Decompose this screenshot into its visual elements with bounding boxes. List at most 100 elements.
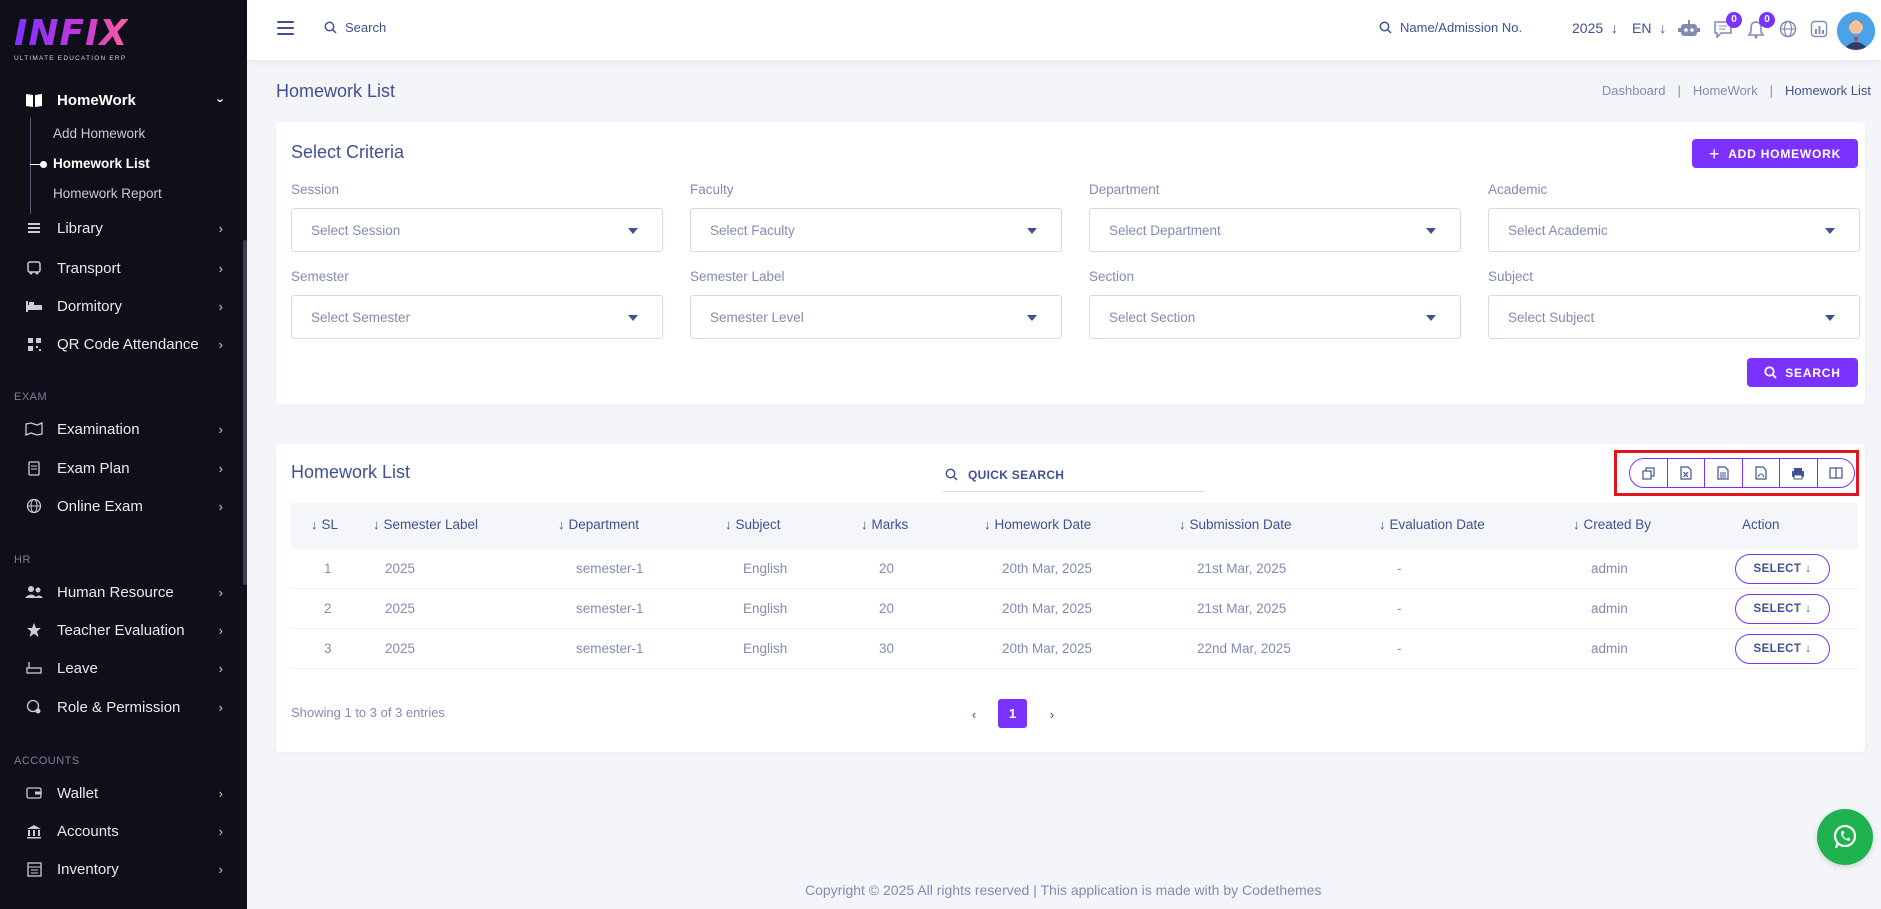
session-select[interactable]: Select Session: [291, 208, 663, 252]
pagination-next[interactable]: ›: [1042, 700, 1062, 728]
wallet-icon: [24, 783, 44, 803]
print-icon: [1792, 467, 1805, 479]
caret-down-icon: [1825, 228, 1835, 234]
th-marks[interactable]: ↓ Marks: [861, 517, 908, 532]
pagination-page-1[interactable]: 1: [998, 699, 1027, 728]
th-label: Evaluation Date: [1389, 517, 1485, 532]
sidebar-item-wallet[interactable]: Wallet ›: [0, 777, 243, 809]
sidebar-item-leave[interactable]: Leave ›: [0, 652, 243, 684]
submenu-add-homework[interactable]: Add Homework: [53, 126, 145, 141]
whatsapp-button[interactable]: [1817, 809, 1873, 865]
sidebar-item-human-resource[interactable]: Human Resource ›: [0, 576, 243, 608]
sidebar-scrollbar[interactable]: [243, 240, 247, 585]
th-semester-label[interactable]: ↓ Semester Label: [373, 517, 478, 532]
notifications-icon[interactable]: 0: [1745, 12, 1775, 40]
sort-arrow-icon: ↓: [1179, 517, 1186, 532]
faculty-select[interactable]: Select Faculty: [690, 208, 1062, 252]
sidebar-item-transport[interactable]: Transport ›: [0, 252, 243, 284]
sidebar-item-role-permission[interactable]: Role & Permission ›: [0, 691, 243, 723]
th-label: Semester Label: [383, 517, 479, 532]
add-homework-button[interactable]: + ADD HOMEWORK: [1692, 139, 1858, 168]
language-value: EN: [1632, 20, 1652, 36]
sidebar: INFIX ULTIMATE EDUCATION ERP HomeWork › …: [0, 0, 247, 909]
top-search[interactable]: Search: [324, 20, 386, 35]
submenu-homework-list[interactable]: Homework List: [53, 156, 150, 171]
sidebar-item-label: HomeWork: [57, 91, 136, 109]
arrow-down-icon: ↓: [1805, 563, 1812, 575]
search-icon: [1764, 366, 1777, 379]
semester-select[interactable]: Select Semester: [291, 295, 663, 339]
sidebar-item-dormitory[interactable]: Dormitory ›: [0, 290, 243, 322]
cell-evaluation-date: -: [1397, 601, 1402, 616]
sidebar-item-accounts[interactable]: Accounts ›: [0, 815, 243, 847]
sidebar-item-qr-attendance[interactable]: QR Code Attendance ›: [0, 328, 243, 360]
sort-arrow-icon: ↓: [373, 517, 380, 532]
row-select-button[interactable]: SELECT ↓: [1735, 594, 1830, 624]
row-select-button[interactable]: SELECT ↓: [1735, 634, 1830, 664]
th-label: Action: [1742, 517, 1780, 532]
sidebar-item-examination[interactable]: Examination ›: [0, 413, 243, 445]
sidebar-item-label: Leave: [57, 659, 98, 677]
csv-button[interactable]: [1705, 459, 1743, 487]
sidebar-item-teacher-evaluation[interactable]: Teacher Evaluation ›: [0, 614, 243, 646]
library-icon: [24, 218, 44, 238]
th-evaluation-date[interactable]: ↓ Evaluation Date: [1379, 517, 1485, 532]
academic-placeholder: Select Academic: [1508, 222, 1608, 238]
breadcrumb-dashboard[interactable]: Dashboard: [1602, 83, 1666, 98]
th-department[interactable]: ↓ Department: [558, 517, 639, 532]
print-button[interactable]: [1780, 459, 1818, 487]
th-homework-date[interactable]: ↓ Homework Date: [984, 517, 1091, 532]
th-sl[interactable]: ↓ SL: [311, 517, 338, 532]
sort-arrow-icon: ↓: [725, 517, 732, 532]
app-logo[interactable]: INFIX ULTIMATE EDUCATION ERP: [14, 13, 129, 63]
th-label: Submission Date: [1189, 517, 1292, 532]
semester-label-select[interactable]: Semester Level: [690, 295, 1062, 339]
th-submission-date[interactable]: ↓ Submission Date: [1179, 517, 1292, 532]
sidebar-item-online-exam[interactable]: Online Exam ›: [0, 490, 243, 522]
year-selector[interactable]: 2025 ↓: [1572, 20, 1618, 36]
columns-button[interactable]: [1818, 459, 1855, 487]
messages-icon[interactable]: 0: [1712, 12, 1742, 40]
pdf-button[interactable]: [1743, 459, 1780, 487]
academic-label: Academic: [1488, 182, 1548, 197]
cell-submission-date: 21st Mar, 2025: [1197, 601, 1287, 616]
semester-placeholder: Select Semester: [311, 309, 411, 325]
department-select[interactable]: Select Department: [1089, 208, 1461, 252]
pagination-prev[interactable]: ‹: [964, 700, 984, 728]
sidebar-item-inventory[interactable]: Inventory ›: [0, 853, 243, 885]
th-subject[interactable]: ↓ Subject: [725, 517, 781, 532]
cell-evaluation-date: -: [1397, 561, 1402, 576]
academic-select[interactable]: Select Academic: [1488, 208, 1860, 252]
row-select-button[interactable]: SELECT ↓: [1735, 554, 1830, 584]
th-created-by[interactable]: ↓ Created By: [1573, 517, 1651, 532]
arrow-down-icon: ↓: [1805, 643, 1812, 655]
user-avatar[interactable]: [1837, 12, 1875, 50]
breadcrumb-current: Homework List: [1785, 83, 1871, 98]
quick-search-input[interactable]: QUICK SEARCH: [943, 458, 1205, 492]
sidebar-item-library[interactable]: Library ›: [0, 212, 243, 244]
copy-button[interactable]: [1630, 459, 1668, 487]
search-icon: [324, 21, 337, 34]
logo-text: INFIX: [14, 13, 129, 54]
chatbot-icon[interactable]: [1678, 18, 1700, 40]
excel-button[interactable]: [1668, 459, 1705, 487]
excel-icon: [1680, 466, 1692, 480]
language-selector[interactable]: EN ↓: [1632, 20, 1666, 36]
stats-icon[interactable]: [1808, 18, 1830, 40]
search-button[interactable]: SEARCH: [1747, 358, 1858, 387]
globe-icon[interactable]: [1777, 18, 1799, 40]
section-select[interactable]: Select Section: [1089, 295, 1461, 339]
breadcrumb-separator: |: [1769, 83, 1774, 98]
chevron-right-icon: ›: [218, 861, 223, 877]
th-label: Created By: [1583, 517, 1652, 532]
cell-semester-label: 2025: [385, 641, 416, 656]
submenu-homework-report[interactable]: Homework Report: [53, 186, 162, 201]
cell-subject: English: [743, 641, 788, 656]
sidebar-item-exam-plan[interactable]: Exam Plan ›: [0, 452, 243, 484]
menu-toggle-icon[interactable]: [277, 21, 294, 35]
subject-select[interactable]: Select Subject: [1488, 295, 1860, 339]
sidebar-item-homework[interactable]: HomeWork ›: [0, 84, 243, 116]
breadcrumb-homework[interactable]: HomeWork: [1693, 83, 1758, 98]
columns-icon: [1829, 467, 1843, 479]
name-admission-search[interactable]: Name/Admission No.: [1379, 20, 1522, 35]
